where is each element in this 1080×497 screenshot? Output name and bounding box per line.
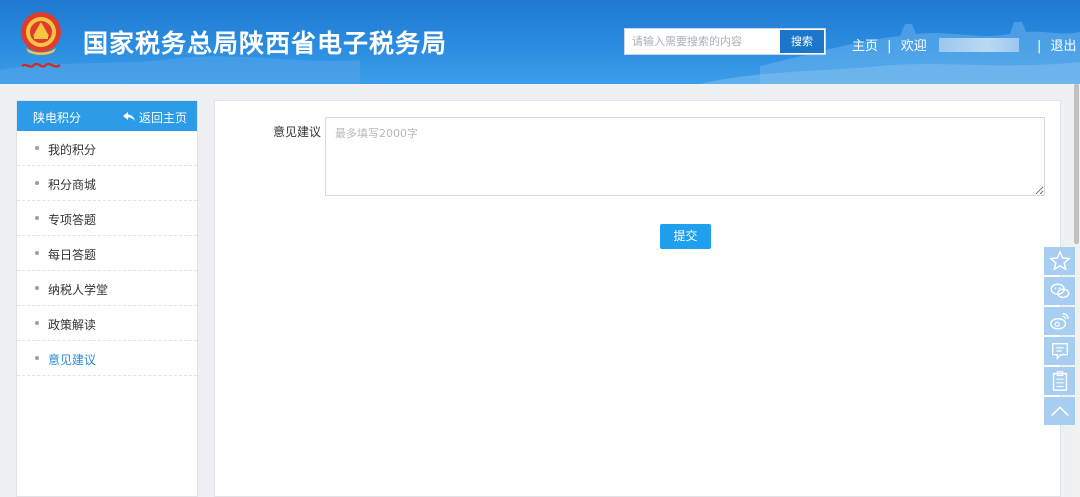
favorite-button[interactable] (1044, 247, 1075, 275)
bullet-dot-icon (35, 321, 39, 325)
sidebar-menu-label: 政策解读 (48, 318, 97, 332)
wechat-button[interactable] (1044, 277, 1075, 305)
nav-separator: | (1036, 39, 1042, 54)
back-to-top-button[interactable] (1044, 397, 1075, 425)
sidebar-header: 陕电积分 返回主页 (17, 101, 197, 131)
message-button[interactable] (1044, 337, 1075, 365)
back-to-top-icon (1050, 406, 1069, 417)
return-arrow-icon (123, 112, 135, 121)
sidebar-menu-item[interactable]: 政策解读 (17, 306, 197, 341)
nav-separator: | (887, 39, 892, 54)
tax-emblem-logo (21, 12, 61, 68)
clipboard-button[interactable] (1044, 367, 1075, 395)
bullet-dot-icon (35, 146, 39, 150)
sidebar-menu-label: 纳税人学堂 (48, 283, 109, 297)
wechat-icon (1050, 283, 1069, 299)
logout-link[interactable]: 退出 (1051, 35, 1077, 54)
bullet-dot-icon (35, 181, 39, 185)
message-icon (1051, 342, 1068, 360)
bullet-dot-icon (35, 216, 39, 220)
back-home-link[interactable]: 返回主页 (123, 109, 187, 126)
feedback-textarea[interactable] (325, 117, 1045, 196)
sidebar-menu-item[interactable]: 我的积分 (17, 131, 197, 166)
sidebar-menu-item[interactable]: 纳税人学堂 (17, 271, 197, 306)
search-input[interactable] (625, 29, 779, 54)
sidebar-title: 陕电积分 (33, 111, 82, 125)
search-button[interactable]: 搜索 (780, 30, 824, 53)
top-nav: 主页 | 欢迎 | 退出 (852, 35, 1077, 54)
sidebar-menu-item[interactable]: 专项答题 (17, 201, 197, 236)
sidebar: 陕电积分 返回主页 我的积分积分商城专项答题每日答题纳税人学堂政策解读意见建议 (16, 100, 198, 497)
feedback-label: 意见建议 (273, 125, 322, 139)
search-box: 搜索 (624, 28, 826, 55)
bullet-dot-icon (35, 356, 39, 360)
floating-toolbar (1044, 247, 1075, 427)
sidebar-menu: 我的积分积分商城专项答题每日答题纳税人学堂政策解读意见建议 (17, 131, 197, 376)
sidebar-menu-label: 积分商城 (48, 178, 97, 192)
submit-button[interactable]: 提交 (660, 224, 711, 249)
site-header: 国家税务总局陕西省电子税务局 搜索 主页 | 欢迎 | 退出 (0, 0, 1080, 84)
sidebar-menu-label: 每日答题 (48, 248, 97, 262)
sidebar-menu-label: 专项答题 (48, 213, 97, 227)
welcome-text: 欢迎 (900, 39, 927, 54)
site-title: 国家税务总局陕西省电子税务局 (83, 29, 448, 58)
username-redacted (938, 38, 1019, 52)
sidebar-menu-item[interactable]: 每日答题 (17, 236, 197, 271)
sidebar-menu-item[interactable]: 积分商城 (17, 166, 197, 201)
weibo-icon (1049, 312, 1069, 330)
home-link[interactable]: 主页 (852, 35, 878, 54)
sidebar-menu-label: 意见建议 (48, 353, 97, 367)
sidebar-menu-item[interactable]: 意见建议 (17, 341, 197, 376)
bullet-dot-icon (35, 286, 39, 290)
back-home-label: 返回主页 (139, 111, 188, 125)
bullet-dot-icon (35, 251, 39, 255)
star-icon (1048, 250, 1071, 271)
sidebar-menu-label: 我的积分 (48, 143, 97, 157)
feedback-panel: 意见建议 提交 (214, 100, 1061, 497)
weibo-button[interactable] (1044, 307, 1075, 335)
scrollbar-thumb[interactable] (1074, 84, 1079, 244)
clipboard-icon (1052, 371, 1067, 391)
